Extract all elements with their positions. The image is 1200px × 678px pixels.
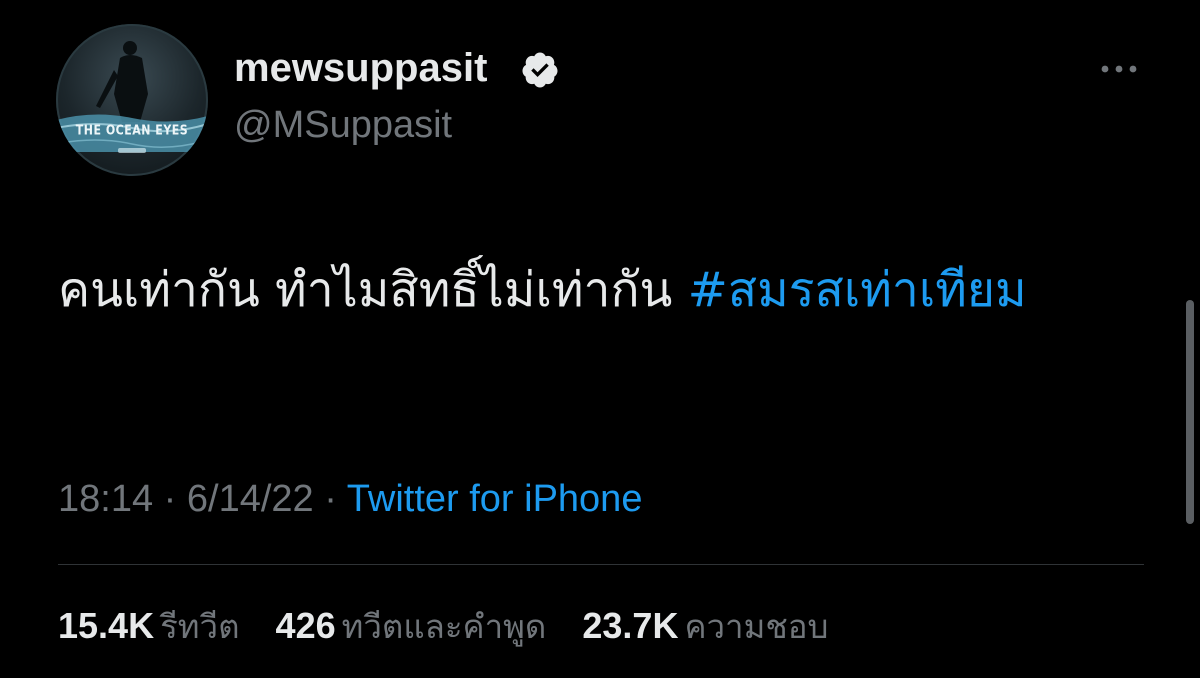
scrollbar[interactable] [1186,300,1194,524]
tweet-date[interactable]: 6/14/22 [187,478,314,520]
tweet-source-link[interactable]: Twitter for iPhone [347,478,643,520]
divider [58,564,1144,565]
tweet-time[interactable]: 18:14 [58,478,153,520]
avatar-image [56,41,208,153]
likes-label: ความชอบ [684,607,829,646]
tweet-detail: THE OCEAN EYES mewsuppasit @MSuppasit คน… [0,0,1200,678]
user-handle[interactable]: @MSuppasit [234,104,452,147]
tweet-text: คนเท่ากัน ทำไมสิทธิ์ไม่เท่ากัน #สมรสเท่า… [58,248,1118,332]
tweet-stats: 15.4K รีทวีต 426 ทวีตและคำพูด 23.7K ความชอบ [58,600,855,653]
likes-stat[interactable]: 23.7K ความชอบ [582,600,828,653]
meta-separator: · [313,478,347,520]
retweets-label: รีทวีต [160,607,240,646]
retweets-stat[interactable]: 15.4K รีทวีต [58,600,240,653]
hashtag-link[interactable]: #สมรสเท่าเทียม [688,262,1027,318]
verified-badge-icon [522,52,558,88]
quotes-count: 426 [275,605,336,646]
quotes-label: ทวีตและคำพูด [341,607,547,646]
likes-count: 23.7K [582,605,679,646]
avatar[interactable]: THE OCEAN EYES [56,24,208,176]
tweet-meta: 18:14 · 6/14/22 · Twitter for iPhone [58,478,642,521]
display-name[interactable]: mewsuppasit [234,46,487,91]
tweet-body: คนเท่ากัน ทำไมสิทธิ์ไม่เท่ากัน [58,262,688,318]
avatar-caption: THE OCEAN EYES [75,122,189,139]
meta-separator: · [153,478,187,520]
more-options-icon[interactable] [1098,58,1140,80]
retweets-count: 15.4K [58,605,155,646]
quotes-stat[interactable]: 426 ทวีตและคำพูด [276,600,547,653]
